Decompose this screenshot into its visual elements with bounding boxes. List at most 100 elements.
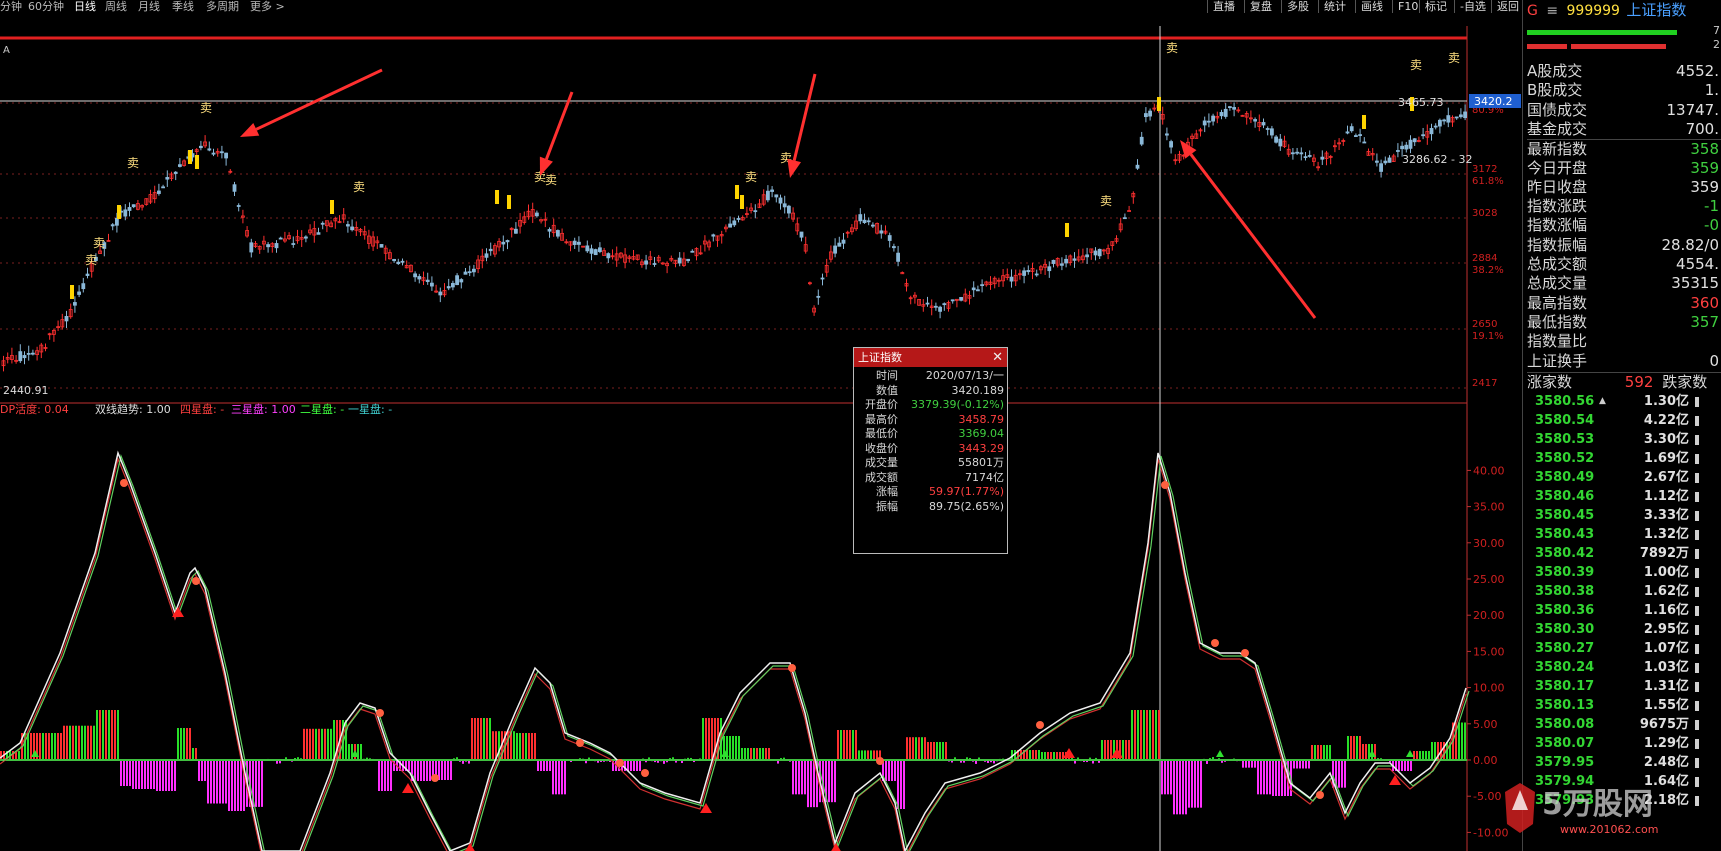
candle-body: [232, 184, 237, 192]
histogram-bar: [168, 760, 170, 791]
green-triangle: [1406, 750, 1414, 757]
period-tab[interactable]: 季线: [172, 0, 194, 13]
order-row[interactable]: 3580.24 1.03亿: [1527, 658, 1721, 677]
candle: [1064, 254, 1068, 268]
order-row[interactable]: 3580.39 1.00亿: [1527, 563, 1721, 582]
order-row[interactable]: 3580.43 1.32亿: [1527, 525, 1721, 544]
order-row[interactable]: 3580.07 1.29亿: [1527, 734, 1721, 753]
histogram-bar: [72, 725, 74, 761]
order-row[interactable]: 3580.30 2.95亿: [1527, 620, 1721, 639]
order-row[interactable]: 3580.17 1.31亿: [1527, 677, 1721, 696]
rise-count: 592: [1624, 373, 1654, 391]
period-tab[interactable]: 周线: [105, 0, 127, 13]
histogram-bar: [120, 760, 122, 786]
order-row[interactable]: 3580.56 1.30亿 ▲: [1527, 392, 1721, 411]
histogram-bar: [75, 725, 77, 761]
histogram-bar: [471, 718, 473, 761]
candle-body: [572, 240, 577, 245]
order-row[interactable]: 3580.27 1.07亿: [1527, 639, 1721, 658]
candle: [1173, 154, 1178, 165]
order-row[interactable]: 3579.95 2.48亿: [1527, 753, 1721, 772]
order-row[interactable]: 3580.36 1.16亿: [1527, 601, 1721, 620]
histogram-bar: [108, 710, 110, 761]
order-row[interactable]: 3580.42 7892万: [1527, 544, 1721, 563]
candle: [261, 235, 266, 250]
order-row[interactable]: 3580.13 1.55亿: [1527, 696, 1721, 715]
period-tab[interactable]: 60分钟: [28, 0, 64, 13]
order-row[interactable]: 3580.52 1.69亿: [1527, 449, 1721, 468]
histogram-bar: [1362, 744, 1364, 761]
candle-body: [236, 205, 241, 207]
toolbar-tab[interactable]: 统计: [1318, 0, 1351, 13]
period-tab[interactable]: 月线: [138, 0, 160, 13]
histogram-bar: [1359, 736, 1361, 761]
indicator-axis-label: 15.00: [1473, 645, 1505, 658]
toolbar-tab[interactable]: 多股: [1281, 0, 1314, 13]
candle: [52, 328, 56, 342]
candle: [127, 202, 132, 217]
histogram-bar: [258, 760, 260, 807]
candle: [1366, 148, 1371, 156]
candle: [1362, 137, 1367, 144]
candle: [988, 276, 993, 290]
candle: [1097, 248, 1102, 260]
histogram-bar: [552, 760, 554, 795]
toolbar-tab[interactable]: 画线: [1355, 0, 1388, 13]
stat-value: 359: [1690, 177, 1719, 196]
candle-body: [770, 189, 774, 192]
order-row[interactable]: 3580.53 3.30亿: [1527, 430, 1721, 449]
candle: [345, 220, 350, 233]
candle: [761, 189, 766, 207]
period-tab[interactable]: 日线: [74, 0, 96, 13]
period-tab[interactable]: 多周期: [206, 0, 239, 13]
low-price-label: 2440.91: [3, 384, 49, 397]
volume-bar: [1695, 492, 1699, 502]
candle-body: [728, 223, 732, 228]
toolbar-tab[interactable]: 标记: [1419, 0, 1452, 13]
candle-body: [774, 194, 779, 198]
order-row[interactable]: 3580.49 2.67亿: [1527, 468, 1721, 487]
candle: [992, 276, 997, 289]
indicator-axis-label: 5.00: [1473, 718, 1498, 731]
histogram-bar: [726, 736, 728, 761]
popup-row: 成交额 7174亿: [854, 471, 1007, 486]
histogram-bar: [801, 760, 803, 795]
candle: [766, 185, 770, 203]
order-row[interactable]: 3580.46 1.12亿: [1527, 487, 1721, 506]
order-row[interactable]: 3580.45 3.33亿: [1527, 506, 1721, 525]
histogram-bar: [519, 733, 521, 761]
order-row[interactable]: 3580.08 9675万: [1527, 715, 1721, 734]
order-price: 3580.49: [1535, 470, 1595, 485]
histogram-bar: [180, 728, 182, 761]
stat-label: 指数振幅: [1527, 235, 1588, 254]
histogram-bar: [900, 760, 902, 809]
toolbar-tab[interactable]: 直播: [1207, 0, 1240, 13]
candle: [837, 236, 842, 247]
toolbar-tab[interactable]: 复盘: [1244, 0, 1277, 13]
candle-body: [1421, 134, 1425, 137]
order-volume: 2.48亿: [1643, 755, 1689, 770]
candle: [1198, 127, 1203, 137]
menu-icon[interactable]: ≡: [1546, 3, 1558, 19]
period-tab[interactable]: 分钟: [0, 0, 22, 13]
histogram-bar: [516, 733, 518, 761]
toolbar-tab[interactable]: -自选: [1454, 0, 1491, 13]
period-tab[interactable]: 更多 >: [250, 0, 285, 13]
stat-row: 最低指数 357: [1527, 313, 1721, 332]
indicator-header-item: 双线趋势: 1.00: [95, 402, 171, 416]
stat-row: B股成交 1.: [1527, 81, 1721, 100]
highlight-candle: [735, 185, 739, 199]
candle: [329, 220, 334, 228]
popup-value: 3369.04: [958, 427, 1005, 440]
histogram-bar: [117, 710, 119, 761]
sell-marker: 卖: [1100, 194, 1112, 208]
close-icon[interactable]: ✕: [992, 348, 1003, 367]
high-price-label: 3465.73: [1398, 96, 1444, 109]
order-row[interactable]: 3580.38 1.62亿: [1527, 582, 1721, 601]
sell-marker: 卖: [127, 156, 139, 170]
order-row[interactable]: 3580.54 4.22亿: [1527, 411, 1721, 430]
toolbar-tab[interactable]: 返回: [1491, 0, 1524, 13]
candle: [400, 258, 405, 266]
kline-chart[interactable]: 340680.9%317261.8%3028288438.2%265019.1%…: [0, 13, 1522, 851]
histogram-bar: [174, 760, 176, 791]
